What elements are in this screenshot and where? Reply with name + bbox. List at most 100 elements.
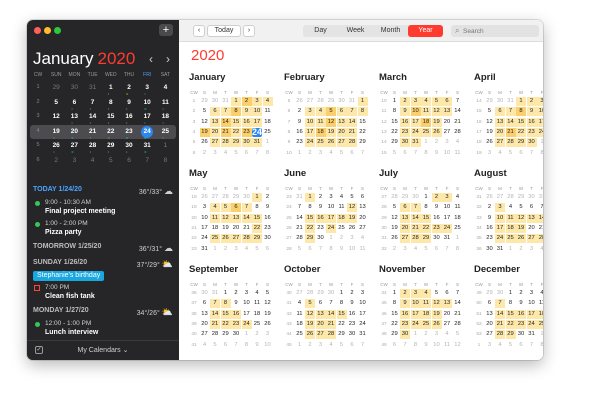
day-cell[interactable]: 5	[231, 149, 241, 158]
day-cell[interactable]: 2	[485, 203, 495, 212]
day-cell[interactable]: 15	[358, 118, 368, 127]
day-cell[interactable]: 5	[295, 245, 305, 254]
day-cell[interactable]: 1	[516, 97, 526, 106]
day-cell[interactable]: 26	[347, 224, 357, 233]
day-cell[interactable]: 19	[199, 127, 210, 137]
day-cell[interactable]: 5	[263, 289, 273, 298]
day-cell[interactable]: 10	[242, 299, 252, 308]
day-cell[interactable]: 23	[295, 138, 305, 147]
day-cell[interactable]: 9	[316, 203, 326, 212]
day-cell[interactable]: 31	[210, 289, 220, 298]
day-cell[interactable]: 16	[485, 224, 495, 233]
day-cell[interactable]: 19	[431, 309, 442, 319]
zoom-button[interactable]	[54, 27, 61, 34]
mini-day[interactable]: 12	[48, 110, 64, 124]
day-cell[interactable]: 14	[453, 299, 463, 308]
day-cell[interactable]: 27	[200, 330, 210, 339]
day-cell[interactable]: 31	[495, 245, 505, 254]
day-cell[interactable]: 14	[347, 117, 357, 127]
day-cell[interactable]: 13	[442, 299, 452, 309]
day-cell[interactable]: 31	[221, 97, 231, 106]
day-cell[interactable]: 6	[442, 289, 452, 298]
day-cell[interactable]: 26	[326, 138, 336, 148]
day-cell[interactable]: 4	[326, 341, 336, 350]
day-cell[interactable]: 22	[421, 223, 431, 233]
day-cell[interactable]: 1	[221, 289, 231, 298]
month-march[interactable]: March CW S M T W T F S 10 1 2 3 4 5 6 7 11 8 9 10 11 12 13 14 12 1…	[379, 72, 463, 166]
day-cell[interactable]: 3	[485, 149, 495, 158]
day-cell[interactable]: 20	[315, 319, 326, 329]
day-cell[interactable]: 1	[411, 330, 421, 339]
day-cell[interactable]: 7	[210, 299, 220, 309]
day-cell[interactable]: 23	[516, 319, 526, 329]
day-cell[interactable]: 1	[421, 138, 431, 147]
day-cell[interactable]: 24	[410, 319, 421, 329]
day-cell[interactable]: 19	[516, 223, 526, 233]
day-cell[interactable]: 17	[252, 117, 262, 127]
day-cell[interactable]: 7	[505, 107, 516, 117]
day-cell[interactable]: 30	[241, 138, 252, 148]
day-cell[interactable]: 3	[316, 341, 326, 350]
day-cell[interactable]: 19	[326, 127, 336, 137]
mini-day[interactable]: 31	[85, 81, 101, 95]
day-cell[interactable]: 3	[527, 289, 537, 298]
day-cell[interactable]: 22	[231, 127, 241, 137]
day-cell[interactable]: 11	[252, 299, 262, 308]
day-cell[interactable]: 26	[295, 97, 305, 106]
day-cell[interactable]: 26	[263, 320, 273, 329]
day-cell[interactable]: 1	[231, 97, 241, 106]
day-cell[interactable]: 6	[390, 341, 400, 350]
day-cell[interactable]: 30	[400, 330, 410, 340]
day-cell[interactable]: 1	[295, 149, 305, 158]
day-cell[interactable]: 1	[537, 330, 543, 339]
day-cell[interactable]: 3	[527, 245, 537, 254]
day-cell[interactable]: 22	[305, 223, 315, 233]
day-cell[interactable]: 17	[526, 309, 537, 319]
day-cell[interactable]: 20	[336, 127, 347, 137]
day-cell[interactable]: 6	[516, 149, 526, 158]
day-cell[interactable]: 19	[431, 117, 442, 127]
day-cell[interactable]: 21	[505, 127, 516, 137]
day-cell[interactable]: 8	[537, 149, 543, 158]
day-cell[interactable]: 30	[242, 193, 252, 202]
day-cell[interactable]: 11	[315, 117, 326, 127]
day-cell[interactable]: 24	[526, 319, 537, 329]
day-cell[interactable]: 4	[326, 149, 336, 158]
day-cell[interactable]: 4	[453, 138, 463, 147]
day-cell[interactable]: 24	[252, 127, 262, 137]
day-cell[interactable]: 7	[442, 245, 452, 254]
day-cell[interactable]: 27	[336, 138, 347, 148]
day-cell[interactable]: 14	[453, 107, 463, 116]
day-cell[interactable]: 21	[295, 224, 305, 233]
day-cell[interactable]: 17	[442, 214, 452, 223]
day-cell[interactable]: 9	[400, 299, 410, 309]
day-cell[interactable]: 6	[305, 245, 315, 254]
day-cell[interactable]: 25	[263, 128, 273, 137]
day-cell[interactable]: 23	[526, 127, 537, 137]
day-cell[interactable]: 29	[252, 234, 262, 244]
day-cell[interactable]: 6	[516, 341, 526, 350]
day-cell[interactable]: 10	[305, 117, 315, 127]
day-cell[interactable]: 5	[210, 341, 220, 350]
day-cell[interactable]: 25	[453, 224, 463, 233]
day-cell[interactable]: 20	[358, 214, 368, 223]
month-february[interactable]: February CW S M T W T F S 5 26 27 28 29 30 31 1 6 2 3 4 5 6 7 8 7…	[284, 72, 368, 166]
day-cell[interactable]: 23	[400, 127, 410, 137]
day-cell[interactable]: 24	[200, 234, 210, 243]
day-cell[interactable]: 20	[527, 224, 537, 233]
month-december[interactable]: DecemberCWSMTWTFS49293012345506789101112…	[474, 264, 543, 358]
day-cell[interactable]: 30	[527, 193, 537, 202]
mini-day[interactable]: 25	[157, 125, 173, 139]
mini-day[interactable]: 3	[139, 81, 155, 95]
mini-day[interactable]: 19	[48, 125, 64, 139]
month-january[interactable]: January CW S M T W T F S 1 29 30 31 1 2 3 4 2 5 6 7 8 9 10 11 3 12…	[189, 72, 273, 166]
day-cell[interactable]: 12	[305, 309, 315, 319]
day-cell[interactable]: 21	[220, 127, 231, 137]
day-cell[interactable]: 2	[221, 245, 231, 254]
day-cell[interactable]: 7	[316, 245, 326, 254]
day-cell[interactable]: 4	[221, 149, 231, 158]
day-cell[interactable]: 10	[410, 107, 421, 117]
day-cell[interactable]: 12	[263, 299, 273, 308]
month-august[interactable]: AugustCWSMTWTFS3126272829303113223456783…	[474, 168, 543, 262]
task-item[interactable]: 7:00 PM Clean fish tank	[33, 284, 173, 302]
